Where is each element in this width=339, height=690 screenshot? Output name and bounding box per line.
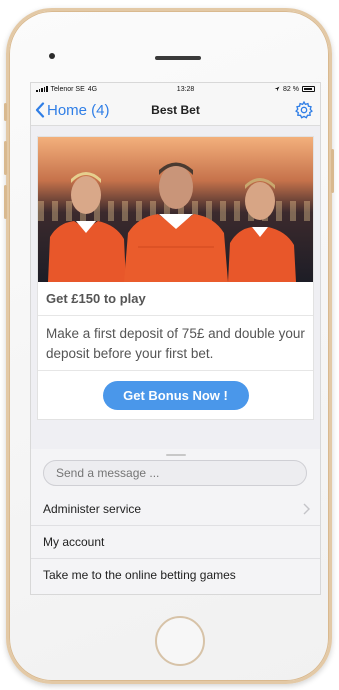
navigation-bar: Home (4) Best Bet: [31, 95, 320, 126]
message-input[interactable]: [43, 460, 307, 486]
promo-card: Get £150 to play Make a first deposit of…: [37, 136, 314, 420]
app-screen: Telenor SE 4G 13:28 82 % Home (4) Best B…: [30, 82, 321, 595]
get-bonus-button[interactable]: Get Bonus Now !: [102, 380, 249, 410]
status-bar: Telenor SE 4G 13:28 82 %: [31, 83, 320, 95]
drag-handle[interactable]: [166, 454, 186, 456]
carrier-name: Telenor SE: [50, 85, 85, 93]
home-button[interactable]: [155, 616, 205, 666]
promo-description: Make a first deposit of 75£ and double y…: [38, 316, 313, 371]
menu-item-label: Take me to the online betting games: [43, 568, 236, 582]
battery-icon: [302, 86, 315, 92]
menu-item-online-betting-games[interactable]: Take me to the online betting games: [31, 558, 320, 591]
chevron-right-icon: [303, 503, 310, 515]
promo-action-area: Get Bonus Now !: [38, 371, 313, 419]
mute-switch: [4, 103, 7, 121]
back-button[interactable]: Home (4): [35, 102, 110, 119]
menu-item-label: My account: [43, 535, 105, 549]
menu-item-label: Administer service: [43, 502, 142, 516]
promo-image: [38, 137, 313, 282]
volume-down-button: [4, 185, 7, 219]
back-button-label: Home (4): [47, 101, 110, 119]
promo-title: Get £150 to play: [38, 282, 313, 316]
volume-up-button: [4, 141, 7, 175]
power-button: [331, 149, 334, 193]
signal-icon: [36, 86, 48, 92]
location-arrow-icon: [274, 86, 280, 92]
football-players-illustration: [48, 162, 296, 282]
front-camera: [49, 53, 55, 59]
back-chevron-icon: [35, 102, 45, 118]
settings-button[interactable]: [294, 100, 314, 120]
gear-icon: [295, 100, 313, 119]
menu-item-administer-service[interactable]: Administer service: [31, 493, 320, 525]
status-time: 13:28: [176, 85, 195, 93]
menu-item-my-account[interactable]: My account: [31, 525, 320, 558]
earpiece-speaker: [155, 56, 201, 60]
chat-panel: Administer service My account Take me to…: [31, 449, 320, 594]
quick-menu: Administer service My account Take me to…: [31, 493, 320, 591]
network-type: 4G: [87, 85, 98, 93]
battery-percent: 82 %: [283, 85, 299, 93]
